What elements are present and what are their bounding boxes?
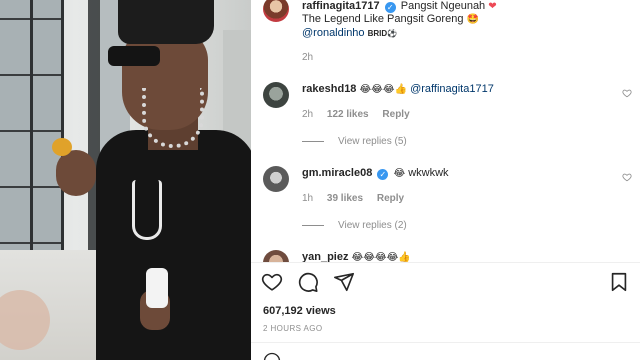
comment-time: 2h xyxy=(302,109,314,120)
caption-text-1: Pangsit Ngeunah xyxy=(400,0,486,12)
caption-mention[interactable]: @ronaldinho xyxy=(302,27,365,39)
caption-mention-suffix: BRID⚽ xyxy=(367,29,398,38)
reply-button[interactable]: Reply xyxy=(382,109,409,120)
caption-line-3: @ronaldinho BRID⚽ xyxy=(302,26,397,41)
comment-text: wkwkwk xyxy=(408,167,449,179)
replies-dash xyxy=(302,141,324,142)
action-bar xyxy=(261,271,355,295)
comment-emojis: 😂😂😂👍 xyxy=(359,84,408,95)
comment-line: gm.miracle08 ✓ 😂 wkwkwk xyxy=(302,166,449,181)
avatar[interactable] xyxy=(263,166,289,192)
like-comment-icon[interactable] xyxy=(622,88,632,98)
comment-username[interactable]: rakeshd18 xyxy=(302,83,356,95)
held-food xyxy=(52,138,72,156)
caption-text-2: The Legend Like Pangsit Goreng xyxy=(302,13,464,25)
post-time: 2 HOURS AGO xyxy=(263,324,323,333)
avatar[interactable] xyxy=(263,82,289,108)
shirt-logo xyxy=(132,180,162,240)
like-comment-icon[interactable] xyxy=(622,172,632,182)
comment-likes[interactable]: 122 likes xyxy=(327,109,369,120)
person-hand xyxy=(56,150,96,196)
comment-line: rakeshd18 😂😂😂👍 @raffinagita1717 xyxy=(302,82,494,97)
avatar[interactable] xyxy=(263,0,289,22)
reply-button[interactable]: Reply xyxy=(377,193,404,204)
person-hat xyxy=(118,0,214,44)
comment-mention[interactable]: @raffinagita1717 xyxy=(410,83,494,95)
comment-icon[interactable] xyxy=(297,271,319,293)
share-icon[interactable] xyxy=(333,271,355,293)
caption-line-2: The Legend Like Pangsit Goreng 🤩 xyxy=(302,12,479,27)
avatar[interactable] xyxy=(263,250,289,262)
comment-username[interactable]: yan_piez xyxy=(302,251,348,262)
heart-emoji: ❤ xyxy=(488,1,497,12)
heart-icon[interactable] xyxy=(261,271,283,293)
comment-likes[interactable]: 39 likes xyxy=(327,193,363,204)
view-replies-label: View replies (5) xyxy=(338,136,407,147)
views-count[interactable]: 607,192 views xyxy=(263,305,336,317)
view-replies-button[interactable]: View replies (5) xyxy=(302,136,407,147)
necklace xyxy=(142,88,204,148)
emoji-icon[interactable] xyxy=(263,352,281,360)
caption-time: 2h xyxy=(302,52,313,63)
star-eyes-emoji: 🤩 xyxy=(466,14,479,25)
view-replies-button[interactable]: View replies (2) xyxy=(302,220,407,231)
comments-list[interactable]: raffinagita1717 ✓ Pangsit Ngeunah ❤ The … xyxy=(251,0,640,262)
caption-username[interactable]: raffinagita1717 xyxy=(302,0,380,12)
comment-emojis: 😂 xyxy=(393,168,406,179)
sunglasses xyxy=(108,46,160,66)
section-divider xyxy=(251,262,640,263)
post-panel: raffinagita1717 ✓ Pangsit Ngeunah ❤ The … xyxy=(251,0,640,360)
caption-timestamp: 2h xyxy=(302,52,314,63)
bookmark-icon[interactable] xyxy=(608,271,630,293)
comment-line: yan_piez 😂😂😂😂👍 xyxy=(302,250,411,262)
comment-meta: 2h 122 likes Reply xyxy=(302,109,410,120)
video-player[interactable] xyxy=(0,0,251,360)
comment-emojis: 😂😂😂😂👍 xyxy=(351,252,411,262)
person-torso xyxy=(96,130,251,360)
comment-username[interactable]: gm.miracle08 xyxy=(302,167,372,179)
wristwatch xyxy=(146,268,168,308)
composer-divider xyxy=(251,342,640,343)
comment-meta: 1h 39 likes Reply xyxy=(302,193,404,204)
comment-time: 1h xyxy=(302,193,314,204)
replies-dash xyxy=(302,225,324,226)
view-replies-label: View replies (2) xyxy=(338,220,407,231)
verified-icon: ✓ xyxy=(377,169,389,180)
